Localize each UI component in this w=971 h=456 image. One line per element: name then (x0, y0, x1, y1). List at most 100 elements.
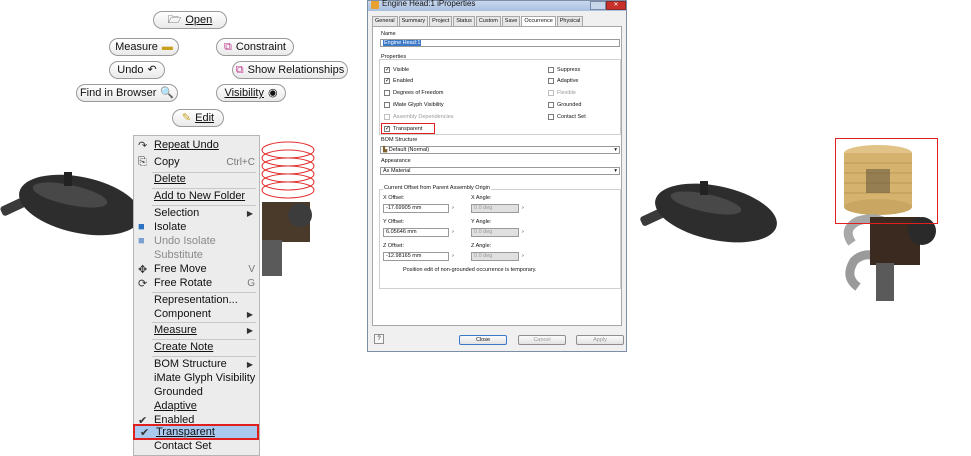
tab-occurrence[interactable]: Occurrence (521, 16, 556, 26)
flexible-label: Flexible (557, 90, 576, 96)
menu-item-delete[interactable]: Delete (134, 171, 259, 187)
z-offset-label: Z Offset: (383, 243, 404, 249)
dialog-titlebar: Engine Head:1 iProperties ✕ (368, 0, 626, 11)
undo-isolate-icon: ■ (138, 235, 145, 247)
close-icon[interactable]: ✕ (606, 1, 626, 10)
move-icon: ✥ (138, 263, 148, 276)
constraint-button[interactable]: ⧉ Constraint (216, 38, 294, 56)
z-angle-label: Z Angle: (471, 243, 492, 249)
contact-set-checkbox[interactable] (548, 114, 554, 120)
cancel-button[interactable]: Cancel (518, 335, 566, 345)
menu-item-create-note[interactable]: Create Note (134, 339, 259, 355)
bom-structure-select[interactable]: ▙ Default (Normal) ▾ (380, 146, 620, 154)
tab-project[interactable]: Project (429, 16, 453, 26)
close-button[interactable]: Close (459, 335, 507, 345)
y-angle-field[interactable]: 0.0 deg (471, 228, 519, 237)
offset-group-label: Current Offset from Parent Assembly Orig… (383, 185, 491, 191)
tab-physical[interactable]: Physical (556, 16, 584, 26)
chevron-down-icon: ▾ (614, 168, 617, 174)
enabled-checkbox[interactable]: ✓ (384, 78, 390, 84)
submenu-arrow-icon: ▶ (246, 359, 253, 369)
open-button[interactable]: 🗁 Open (153, 11, 227, 29)
submenu-arrow-icon: ▶ (246, 309, 253, 319)
adaptive-checkbox[interactable] (548, 78, 554, 84)
y-offset-label: Y Offset: (383, 219, 405, 225)
show-relationships-button[interactable]: ⧉ Show Relationships (232, 61, 348, 79)
tab-save[interactable]: Save (501, 16, 521, 26)
temporary-edit-note: Position edit of non-grounded occurrence… (403, 267, 537, 273)
tab-custom[interactable]: Custom (475, 16, 501, 26)
y-angle-arrow-icon[interactable]: › (522, 229, 524, 235)
x-offset-arrow-icon[interactable]: › (452, 205, 454, 211)
degrees-of-freedom-label: Degrees of Freedom (393, 90, 444, 96)
measure-button[interactable]: Measure ▬ (109, 38, 179, 56)
z-angle-field[interactable]: 0.0 deg (471, 252, 519, 261)
chevron-down-icon: ▾ (614, 147, 617, 153)
bom-icon: ▙ (383, 147, 388, 153)
undo-icon: ↶ (147, 63, 157, 76)
contact-set-label: Contact Set (557, 114, 586, 120)
constraint-icon: ⧉ (224, 40, 232, 53)
checkmark-icon: ✔ (140, 426, 150, 439)
tab-general[interactable]: General (372, 16, 398, 26)
name-field[interactable]: Engine Head:1 (380, 39, 620, 47)
menu-item-measure[interactable]: Measure ▶ (134, 322, 259, 338)
menu-item-copy[interactable]: ⎘ Copy Ctrl+C (134, 154, 259, 170)
dialog-help-button[interactable]: ? (374, 334, 384, 344)
undo-button[interactable]: Undo ↶ (109, 61, 165, 79)
iproperties-dialog: Engine Head:1 iProperties ✕ General Summ… (367, 0, 627, 352)
y-angle-label: Y Angle: (471, 219, 492, 225)
visibility-button[interactable]: Visibility ◉ (216, 84, 286, 102)
visible-label: Visible (393, 67, 410, 73)
y-offset-field[interactable]: 6.05646 mm (383, 228, 449, 237)
assembly-dependencies-label: Assembly Dependencies (393, 114, 454, 120)
appearance-label: Appearance (381, 158, 411, 164)
y-offset-arrow-icon[interactable]: › (452, 229, 454, 235)
visible-checkbox[interactable]: ✓ (384, 67, 390, 73)
assembly-dependencies-checkbox[interactable] (384, 114, 390, 120)
bom-structure-label: BOM Structure (381, 137, 418, 143)
grounded-label: Grounded (557, 102, 582, 108)
copy-icon: ⎘ (138, 155, 147, 168)
name-label: Name (381, 31, 396, 37)
suppress-checkbox[interactable] (548, 67, 554, 73)
transparent-checkbox[interactable]: ✓ (384, 126, 390, 132)
context-menu: ↷ Repeat Undo ⎘ Copy Ctrl+C Delete Add t… (133, 135, 260, 456)
z-angle-arrow-icon[interactable]: › (522, 253, 524, 259)
x-angle-arrow-icon[interactable]: › (522, 205, 524, 211)
suppress-label: Suppress (557, 67, 581, 73)
ruler-icon: ▬ (161, 40, 173, 53)
x-angle-field[interactable]: 0.0 deg (471, 204, 519, 213)
isolate-icon: ■ (138, 221, 145, 233)
tab-summary[interactable]: Summary (398, 16, 429, 26)
relationships-icon: ⧉ (235, 63, 244, 76)
z-offset-arrow-icon[interactable]: › (452, 253, 454, 259)
x-angle-label: X Angle: (471, 195, 492, 201)
imate-glyph-visibility-label: iMate Glyph Visibility (393, 102, 444, 108)
menu-item-add-to-new-folder[interactable]: Add to New Folder (134, 188, 259, 204)
submenu-arrow-icon: ▶ (246, 208, 253, 218)
enabled-label: Enabled (393, 78, 414, 84)
x-offset-field[interactable]: -17.69905 mm (383, 204, 449, 213)
grounded-checkbox[interactable] (548, 102, 554, 108)
eye-icon: ◉ (267, 86, 278, 99)
menu-item-repeat-undo[interactable]: ↷ Repeat Undo (134, 137, 259, 153)
transparent-label: Transparent (393, 126, 423, 132)
appearance-select[interactable]: As Material ▾ (380, 167, 620, 175)
flexible-checkbox[interactable] (548, 90, 554, 96)
open-icon: 🗁 (167, 13, 182, 26)
menu-item-contact-set[interactable]: Contact Set (134, 438, 259, 454)
menu-item-component[interactable]: Component ▶ (134, 306, 259, 322)
z-offset-field[interactable]: -12.98165 mm (383, 252, 449, 261)
menu-item-free-rotate[interactable]: ⟳ Free Rotate G (134, 275, 259, 291)
find-in-browser-button[interactable]: Find in Browser 🔍 (76, 84, 178, 102)
help-icon[interactable] (590, 1, 606, 10)
tab-status[interactable]: Status (453, 16, 475, 26)
apply-button[interactable]: Apply (576, 335, 624, 345)
imate-glyph-visibility-checkbox[interactable] (384, 102, 390, 108)
edit-button[interactable]: ✎ Edit (172, 109, 224, 127)
degrees-of-freedom-checkbox[interactable] (384, 90, 390, 96)
app-icon (371, 1, 379, 9)
edit-icon: ✎ (181, 111, 192, 124)
redo-icon: ↷ (138, 139, 148, 152)
